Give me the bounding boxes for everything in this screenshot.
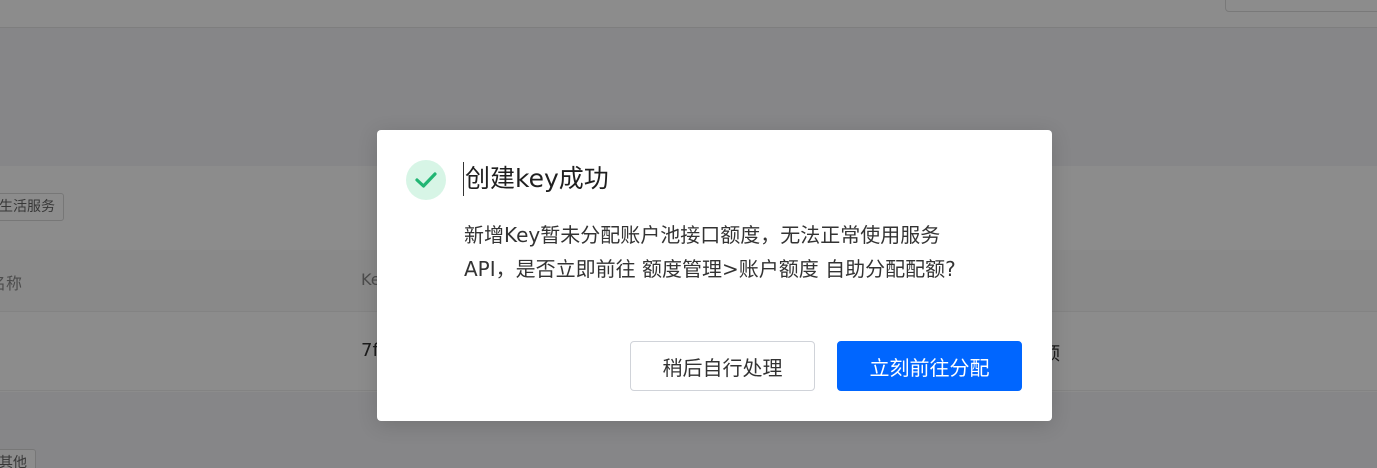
dialog-title: 创建key成功: [463, 162, 609, 196]
go-allocate-button[interactable]: 立刻前往分配: [837, 341, 1022, 391]
success-dialog: 创建key成功 新增Key暂未分配账户池接口额度，无法正常使用服务API，是否立…: [377, 130, 1052, 421]
dialog-message: 新增Key暂未分配账户池接口额度，无法正常使用服务API，是否立即前往 额度管理…: [464, 223, 956, 281]
handle-later-button[interactable]: 稍后自行处理: [630, 341, 815, 391]
check-icon: [406, 160, 446, 200]
